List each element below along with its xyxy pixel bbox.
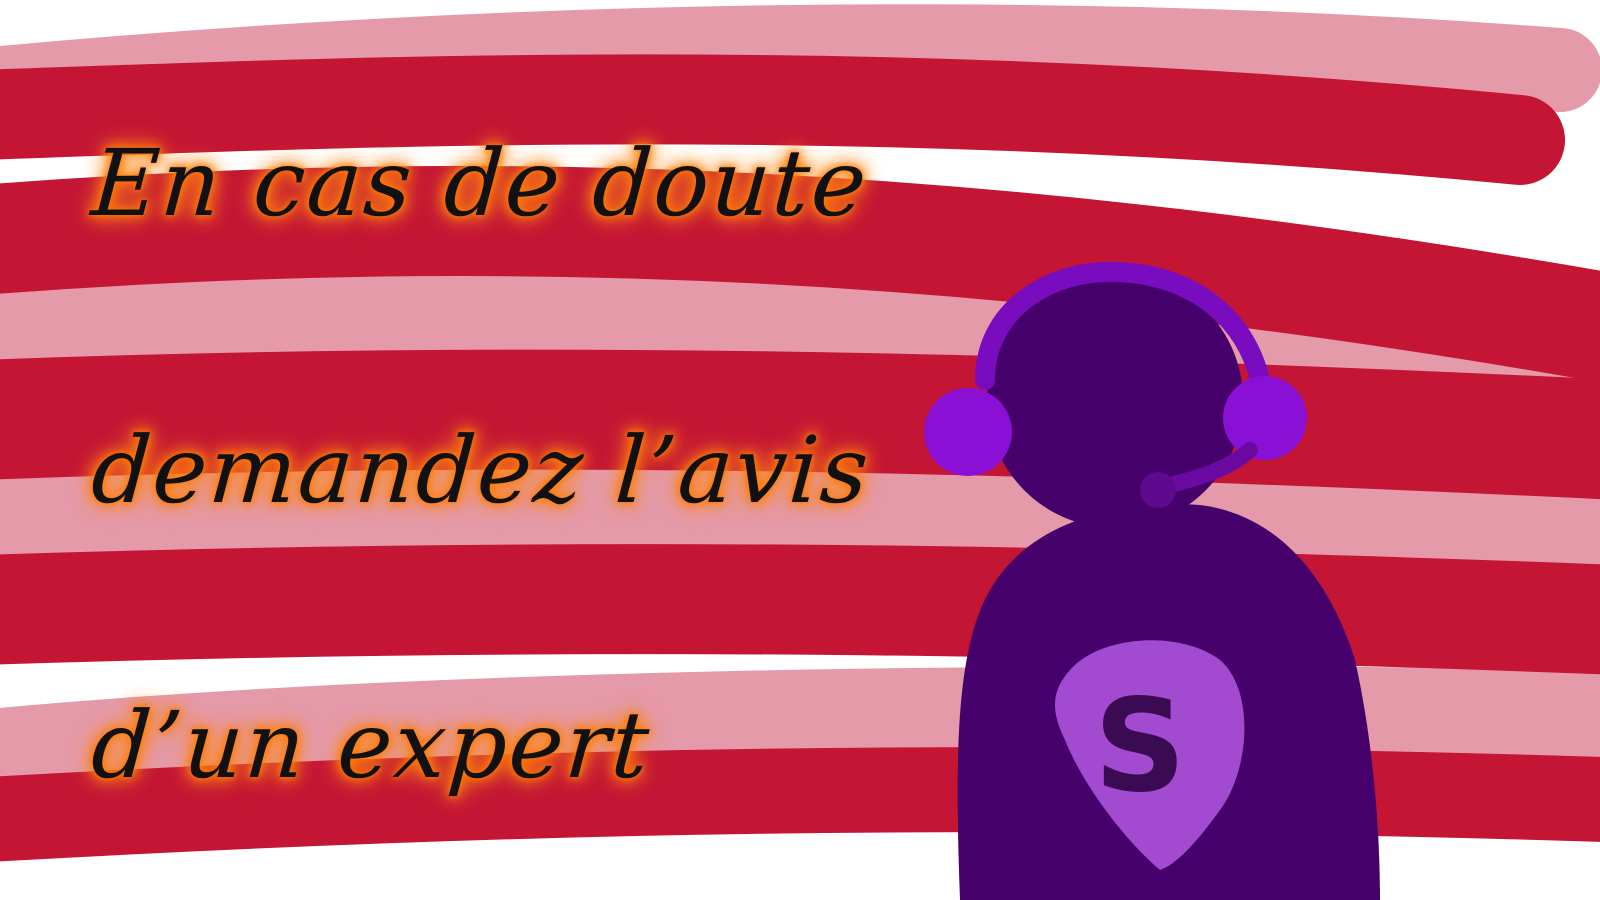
caption-line-3: d’un expert	[88, 692, 655, 799]
illustration-canvas: S En cas de doute demandez l’avis d’un e…	[0, 0, 1600, 900]
caption-line-2: demandez l’avis	[88, 417, 874, 524]
microphone-icon	[1140, 472, 1176, 508]
left-earcup-icon	[924, 388, 1012, 476]
badge-letter: S	[1094, 672, 1186, 821]
caption-line-1: En cas de doute	[88, 130, 872, 237]
right-earcup-icon	[1223, 376, 1307, 460]
